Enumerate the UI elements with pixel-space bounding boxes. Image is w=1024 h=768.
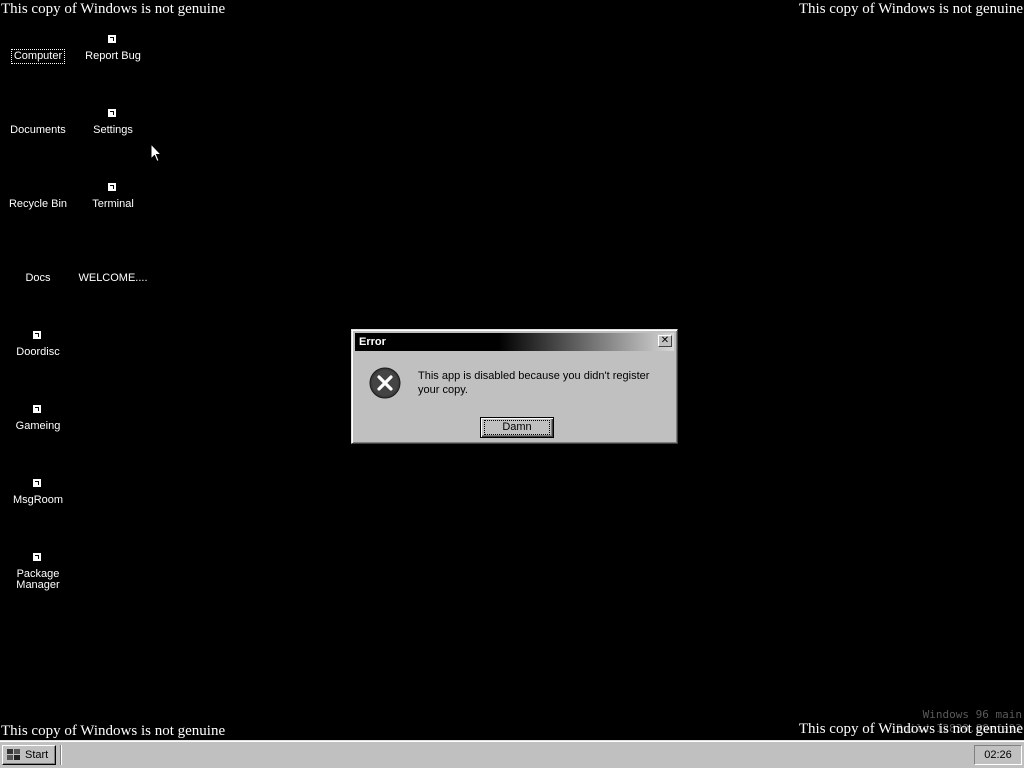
desktop-icon-welcome[interactable]: WELCOME.... (76, 244, 150, 285)
desktop-icon-label: Package Manager (16, 568, 60, 591)
desktop-icon-documents[interactable]: Documents (1, 96, 75, 137)
shortcut-arrow-icon (107, 182, 117, 192)
docs-icon (22, 244, 54, 266)
taskbar: Start 02:26 (0, 740, 1024, 768)
shortcut-arrow-icon (107, 34, 117, 44)
desktop-icon-label: Terminal (92, 198, 134, 210)
error-dialog: Error ✕ This app is disabled because you… (351, 329, 678, 444)
shortcut-arrow-icon (32, 552, 42, 562)
close-button[interactable]: ✕ (658, 335, 672, 347)
desktop-icon-recycle-bin[interactable]: Recycle Bin (1, 170, 75, 211)
system-tray: 02:26 (974, 745, 1022, 765)
desktop-icon-gameing[interactable]: Gameing (1, 392, 75, 433)
doordisc-icon (22, 318, 54, 340)
desktop-icon-label: Recycle Bin (8, 198, 68, 210)
genuine-watermark-bottom-right: This copy of Windows is not genuine (798, 721, 1023, 737)
windows-logo-icon (7, 749, 20, 760)
close-icon: ✕ (660, 335, 670, 346)
desktop-icon-label: Gameing (15, 420, 61, 432)
desktop: This copy of Windows is not genuine This… (0, 0, 1024, 740)
package-manager-icon (22, 540, 54, 562)
desktop-icon-msgroom[interactable]: MsgRoom (1, 466, 75, 507)
taskbar-separator (60, 745, 62, 765)
desktop-icon-package-manager[interactable]: Package Manager (1, 540, 75, 592)
genuine-watermark-top-right: This copy of Windows is not genuine (798, 1, 1023, 17)
desktop-icon-label: Computer (10, 49, 66, 64)
terminal-icon (97, 170, 129, 192)
start-label: Start (25, 749, 49, 761)
mouse-cursor-icon (150, 143, 162, 163)
error-icon (369, 367, 401, 399)
desktop-icon-docs[interactable]: Docs (1, 244, 75, 285)
computer-icon (22, 22, 54, 44)
desktop-icon-doordisc[interactable]: Doordisc (1, 318, 75, 359)
desktop-icon-computer[interactable]: Computer (1, 22, 75, 64)
dialog-title: Error (359, 336, 386, 348)
shortcut-arrow-icon (32, 404, 42, 414)
documents-icon (22, 96, 54, 118)
shortcut-arrow-icon (32, 478, 42, 488)
desktop-icon-label: Docs (25, 272, 51, 284)
dialog-titlebar[interactable]: Error ✕ (355, 333, 674, 351)
shortcut-arrow-icon (32, 330, 42, 340)
genuine-watermark-bottom-left: This copy of Windows is not genuine (1, 723, 226, 739)
dialog-message: This app is disabled because you didn't … (418, 370, 650, 396)
recycle-bin-icon (22, 170, 54, 192)
gameing-icon (22, 392, 54, 414)
genuine-watermark-top-left: This copy of Windows is not genuine (1, 1, 226, 17)
desktop-icon-label: Documents (10, 124, 66, 136)
settings-icon (97, 96, 129, 118)
clock[interactable]: 02:26 (984, 749, 1012, 761)
msgroom-icon (22, 466, 54, 488)
desktop-icon-label: MsgRoom (12, 494, 64, 506)
desktop-icon-label: Report Bug (85, 50, 141, 62)
welcome-icon (97, 244, 129, 266)
desktop-icon-settings[interactable]: Settings (76, 96, 150, 137)
desktop-icon-label: WELCOME.... (78, 272, 148, 284)
desktop-icon-label: Settings (93, 124, 133, 136)
damn-button-label: Damn (484, 420, 550, 435)
desktop-icon-report-bug[interactable]: Report Bug (76, 22, 150, 63)
report-bug-icon (97, 22, 129, 44)
shortcut-arrow-icon (107, 108, 117, 118)
desktop-icon-terminal[interactable]: Terminal (76, 170, 150, 211)
start-button[interactable]: Start (2, 745, 56, 765)
damn-button[interactable]: Damn (480, 417, 554, 438)
desktop-icon-label: Doordisc (16, 346, 60, 358)
